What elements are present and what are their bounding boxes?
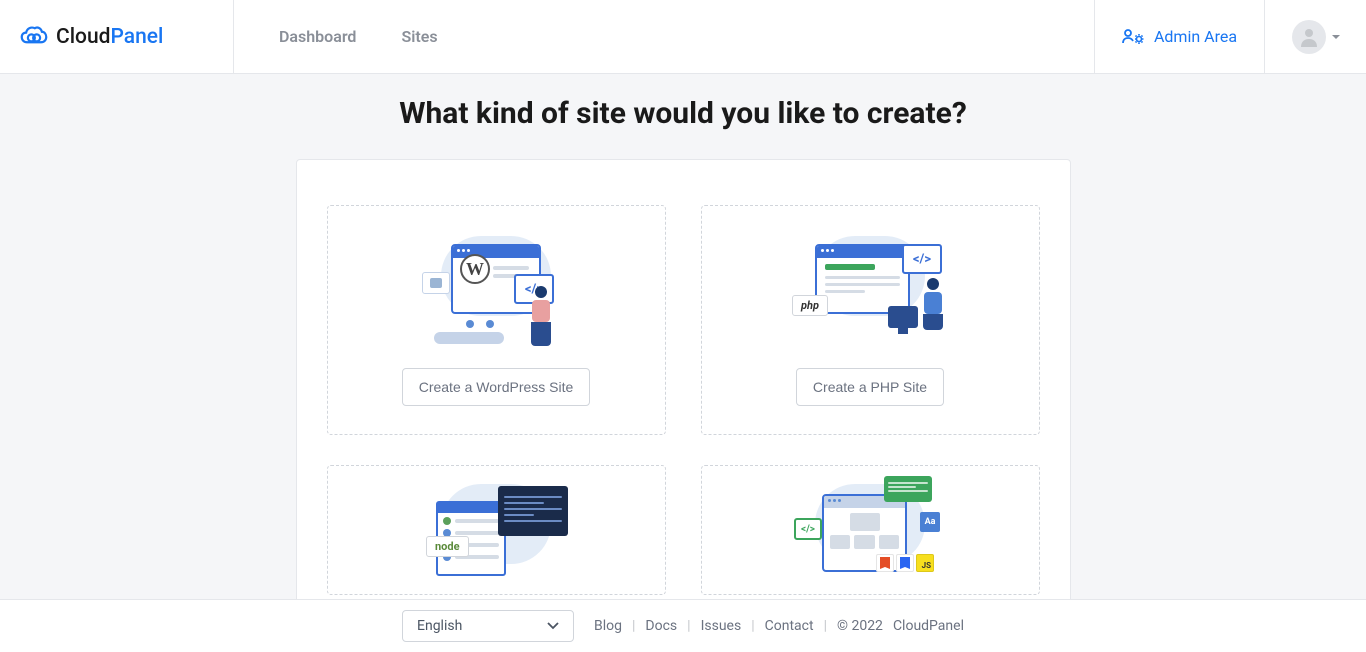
footer: English Blog | Docs | Issues | Contact |… — [0, 599, 1366, 652]
header: CloudPanel Dashboard Sites Admin Area — [0, 0, 1366, 74]
users-gear-icon — [1122, 28, 1144, 46]
footer-brand: CloudPanel — [893, 618, 964, 634]
chevron-down-icon — [1332, 35, 1340, 39]
admin-area-label: Admin Area — [1154, 27, 1237, 46]
wordpress-illustration: W </> — [416, 224, 576, 346]
user-menu[interactable] — [1264, 0, 1366, 73]
footer-issues-link[interactable]: Issues — [701, 618, 742, 634]
logo-text: CloudPanel — [56, 25, 163, 49]
create-wordpress-button[interactable]: Create a WordPress Site — [402, 368, 591, 406]
nav: Dashboard Sites — [234, 0, 1094, 73]
page-title: What kind of site would you like to crea… — [399, 96, 967, 131]
chevron-down-icon — [547, 622, 559, 630]
create-php-button[interactable]: Create a PHP Site — [796, 368, 944, 406]
language-select[interactable]: English — [402, 610, 574, 642]
option-wordpress[interactable]: W </> Create a WordPress Site — [327, 205, 666, 435]
admin-area-link[interactable]: Admin Area — [1094, 0, 1264, 73]
option-php[interactable]: </> php Create a PHP Site — [701, 205, 1040, 435]
footer-docs-link[interactable]: Docs — [645, 618, 677, 634]
node-illustration: node — [416, 476, 576, 572]
nav-sites[interactable]: Sites — [401, 27, 437, 46]
cloud-logo-icon — [20, 23, 48, 51]
logo[interactable]: CloudPanel — [0, 0, 234, 73]
language-value: English — [417, 618, 462, 634]
footer-blog-link[interactable]: Blog — [594, 618, 622, 634]
footer-contact-link[interactable]: Contact — [765, 618, 814, 634]
static-illustration: Aa </> JS — [790, 476, 950, 572]
option-static[interactable]: Aa </> JS — [701, 465, 1040, 595]
avatar-icon — [1292, 20, 1326, 54]
main: What kind of site would you like to crea… — [0, 74, 1366, 626]
nav-dashboard[interactable]: Dashboard — [279, 27, 356, 46]
footer-copyright: © 2022 — [837, 618, 883, 634]
site-type-card: W </> Create a WordPress Site </> — [296, 159, 1071, 626]
php-illustration: </> php — [790, 224, 950, 346]
option-node[interactable]: node — [327, 465, 666, 595]
